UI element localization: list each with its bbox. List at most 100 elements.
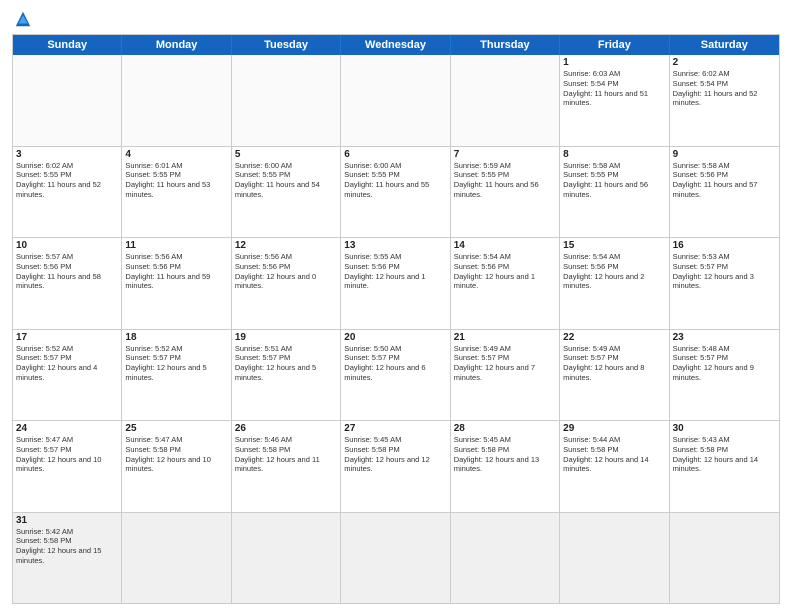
calendar-cell: 11Sunrise: 5:56 AM Sunset: 5:56 PM Dayli… (122, 238, 231, 329)
calendar-cell (451, 513, 560, 604)
day-number: 6 (344, 149, 446, 160)
calendar-body: 1Sunrise: 6:03 AM Sunset: 5:54 PM Daylig… (13, 55, 779, 603)
day-info: Sunrise: 5:44 AM Sunset: 5:58 PM Dayligh… (563, 435, 665, 474)
day-info: Sunrise: 6:02 AM Sunset: 5:55 PM Dayligh… (16, 161, 118, 200)
day-info: Sunrise: 5:54 AM Sunset: 5:56 PM Dayligh… (454, 252, 556, 291)
header-cell-monday: Monday (122, 35, 231, 55)
day-info: Sunrise: 6:00 AM Sunset: 5:55 PM Dayligh… (344, 161, 446, 200)
day-info: Sunrise: 5:57 AM Sunset: 5:56 PM Dayligh… (16, 252, 118, 291)
calendar-cell: 9Sunrise: 5:58 AM Sunset: 5:56 PM Daylig… (670, 147, 779, 238)
calendar-cell (13, 55, 122, 146)
calendar-row: 17Sunrise: 5:52 AM Sunset: 5:57 PM Dayli… (13, 329, 779, 421)
calendar-cell (341, 513, 450, 604)
day-number: 23 (673, 332, 776, 343)
calendar-cell (122, 55, 231, 146)
header (12, 10, 780, 28)
calendar-cell: 19Sunrise: 5:51 AM Sunset: 5:57 PM Dayli… (232, 330, 341, 421)
day-number: 21 (454, 332, 556, 343)
calendar-cell: 14Sunrise: 5:54 AM Sunset: 5:56 PM Dayli… (451, 238, 560, 329)
calendar-cell: 7Sunrise: 5:59 AM Sunset: 5:55 PM Daylig… (451, 147, 560, 238)
day-info: Sunrise: 6:02 AM Sunset: 5:54 PM Dayligh… (673, 69, 776, 108)
day-info: Sunrise: 6:03 AM Sunset: 5:54 PM Dayligh… (563, 69, 665, 108)
day-info: Sunrise: 5:49 AM Sunset: 5:57 PM Dayligh… (563, 344, 665, 383)
calendar-page: SundayMondayTuesdayWednesdayThursdayFrid… (0, 0, 792, 612)
day-info: Sunrise: 5:58 AM Sunset: 5:56 PM Dayligh… (673, 161, 776, 200)
calendar-cell: 13Sunrise: 5:55 AM Sunset: 5:56 PM Dayli… (341, 238, 450, 329)
calendar-cell: 18Sunrise: 5:52 AM Sunset: 5:57 PM Dayli… (122, 330, 231, 421)
calendar-cell: 16Sunrise: 5:53 AM Sunset: 5:57 PM Dayli… (670, 238, 779, 329)
day-number: 9 (673, 149, 776, 160)
calendar-row: 1Sunrise: 6:03 AM Sunset: 5:54 PM Daylig… (13, 55, 779, 146)
calendar-cell (670, 513, 779, 604)
day-info: Sunrise: 5:58 AM Sunset: 5:55 PM Dayligh… (563, 161, 665, 200)
day-number: 8 (563, 149, 665, 160)
day-number: 7 (454, 149, 556, 160)
day-info: Sunrise: 5:49 AM Sunset: 5:57 PM Dayligh… (454, 344, 556, 383)
day-number: 30 (673, 423, 776, 434)
day-info: Sunrise: 5:59 AM Sunset: 5:55 PM Dayligh… (454, 161, 556, 200)
header-cell-friday: Friday (560, 35, 669, 55)
calendar-cell: 26Sunrise: 5:46 AM Sunset: 5:58 PM Dayli… (232, 421, 341, 512)
logo-icon (14, 10, 32, 28)
day-number: 31 (16, 515, 118, 526)
calendar-cell: 24Sunrise: 5:47 AM Sunset: 5:57 PM Dayli… (13, 421, 122, 512)
calendar-cell (560, 513, 669, 604)
calendar-cell: 15Sunrise: 5:54 AM Sunset: 5:56 PM Dayli… (560, 238, 669, 329)
calendar-cell: 12Sunrise: 5:56 AM Sunset: 5:56 PM Dayli… (232, 238, 341, 329)
day-number: 2 (673, 57, 776, 68)
calendar-cell: 25Sunrise: 5:47 AM Sunset: 5:58 PM Dayli… (122, 421, 231, 512)
day-number: 28 (454, 423, 556, 434)
day-number: 15 (563, 240, 665, 251)
day-number: 29 (563, 423, 665, 434)
day-number: 3 (16, 149, 118, 160)
calendar-cell: 20Sunrise: 5:50 AM Sunset: 5:57 PM Dayli… (341, 330, 450, 421)
day-number: 13 (344, 240, 446, 251)
header-cell-wednesday: Wednesday (341, 35, 450, 55)
day-number: 25 (125, 423, 227, 434)
calendar-cell: 23Sunrise: 5:48 AM Sunset: 5:57 PM Dayli… (670, 330, 779, 421)
day-number: 16 (673, 240, 776, 251)
day-number: 20 (344, 332, 446, 343)
day-info: Sunrise: 5:43 AM Sunset: 5:58 PM Dayligh… (673, 435, 776, 474)
day-number: 22 (563, 332, 665, 343)
header-cell-thursday: Thursday (451, 35, 560, 55)
calendar-cell: 6Sunrise: 6:00 AM Sunset: 5:55 PM Daylig… (341, 147, 450, 238)
calendar-cell: 17Sunrise: 5:52 AM Sunset: 5:57 PM Dayli… (13, 330, 122, 421)
day-number: 26 (235, 423, 337, 434)
calendar-cell: 4Sunrise: 6:01 AM Sunset: 5:55 PM Daylig… (122, 147, 231, 238)
day-info: Sunrise: 5:47 AM Sunset: 5:58 PM Dayligh… (125, 435, 227, 474)
calendar-cell: 22Sunrise: 5:49 AM Sunset: 5:57 PM Dayli… (560, 330, 669, 421)
calendar-cell (341, 55, 450, 146)
calendar-cell (122, 513, 231, 604)
day-number: 11 (125, 240, 227, 251)
calendar-cell: 28Sunrise: 5:45 AM Sunset: 5:58 PM Dayli… (451, 421, 560, 512)
day-info: Sunrise: 5:45 AM Sunset: 5:58 PM Dayligh… (344, 435, 446, 474)
day-number: 27 (344, 423, 446, 434)
day-number: 1 (563, 57, 665, 68)
day-info: Sunrise: 5:54 AM Sunset: 5:56 PM Dayligh… (563, 252, 665, 291)
calendar-cell: 21Sunrise: 5:49 AM Sunset: 5:57 PM Dayli… (451, 330, 560, 421)
calendar-row: 31Sunrise: 5:42 AM Sunset: 5:58 PM Dayli… (13, 512, 779, 604)
calendar-row: 10Sunrise: 5:57 AM Sunset: 5:56 PM Dayli… (13, 237, 779, 329)
day-info: Sunrise: 5:55 AM Sunset: 5:56 PM Dayligh… (344, 252, 446, 291)
day-info: Sunrise: 6:01 AM Sunset: 5:55 PM Dayligh… (125, 161, 227, 200)
day-info: Sunrise: 6:00 AM Sunset: 5:55 PM Dayligh… (235, 161, 337, 200)
calendar-cell: 1Sunrise: 6:03 AM Sunset: 5:54 PM Daylig… (560, 55, 669, 146)
day-number: 5 (235, 149, 337, 160)
day-number: 4 (125, 149, 227, 160)
day-number: 24 (16, 423, 118, 434)
day-info: Sunrise: 5:56 AM Sunset: 5:56 PM Dayligh… (125, 252, 227, 291)
calendar-cell: 2Sunrise: 6:02 AM Sunset: 5:54 PM Daylig… (670, 55, 779, 146)
calendar-cell: 3Sunrise: 6:02 AM Sunset: 5:55 PM Daylig… (13, 147, 122, 238)
calendar-cell: 8Sunrise: 5:58 AM Sunset: 5:55 PM Daylig… (560, 147, 669, 238)
day-info: Sunrise: 5:50 AM Sunset: 5:57 PM Dayligh… (344, 344, 446, 383)
day-number: 12 (235, 240, 337, 251)
header-cell-tuesday: Tuesday (232, 35, 341, 55)
calendar-cell (232, 55, 341, 146)
header-cell-sunday: Sunday (13, 35, 122, 55)
day-info: Sunrise: 5:46 AM Sunset: 5:58 PM Dayligh… (235, 435, 337, 474)
calendar-cell (451, 55, 560, 146)
calendar-cell (232, 513, 341, 604)
calendar-cell: 5Sunrise: 6:00 AM Sunset: 5:55 PM Daylig… (232, 147, 341, 238)
calendar-cell: 27Sunrise: 5:45 AM Sunset: 5:58 PM Dayli… (341, 421, 450, 512)
